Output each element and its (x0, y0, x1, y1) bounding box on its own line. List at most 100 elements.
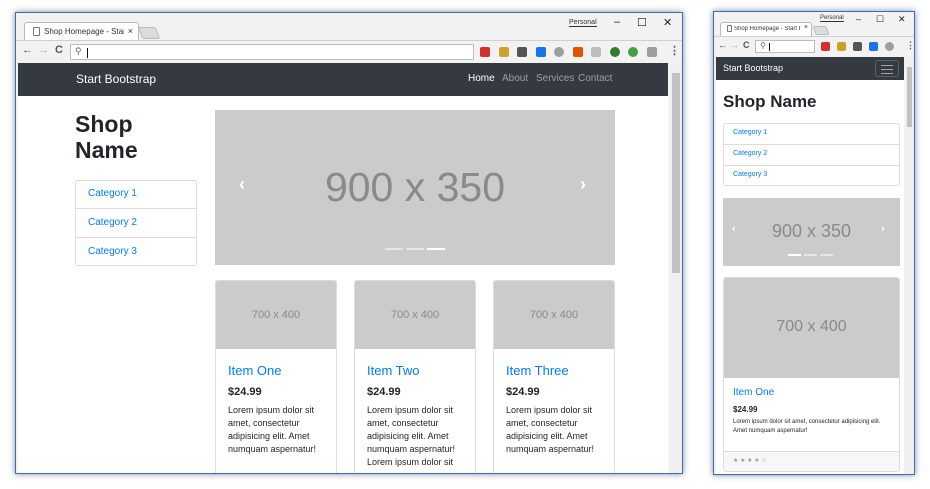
product-title[interactable]: Item Two (367, 363, 420, 378)
close-window-icon[interactable]: ✕ (663, 16, 672, 29)
category-item[interactable]: Category 2 (76, 209, 196, 238)
maximize-icon[interactable]: ☐ (876, 14, 884, 25)
forward-icon[interactable]: → (38, 44, 49, 56)
maximize-icon[interactable]: ☐ (637, 16, 647, 29)
carousel-indicator-active[interactable] (427, 248, 445, 250)
ext-red-icon[interactable] (480, 47, 490, 57)
nav-contact[interactable]: Contact (578, 73, 612, 84)
mobile-browser-window: Shop Homepage - Start Bootstrap × Person… (713, 11, 915, 475)
product-image[interactable]: 700 x 400 (724, 278, 899, 378)
product-description: Lorem ipsum dolor sit amet, consectetur … (506, 405, 595, 455)
category-item[interactable]: Category 1 (76, 181, 196, 209)
product-price: $24.99 (506, 386, 540, 398)
category-item[interactable]: Category 2 (724, 145, 899, 166)
ext-k-icon[interactable] (853, 42, 862, 51)
navbar-toggler-icon[interactable] (875, 60, 899, 77)
ext-circle-icon[interactable] (885, 42, 894, 51)
close-window-icon[interactable]: ✕ (898, 14, 906, 25)
search-icon: ⚲ (75, 46, 82, 56)
forward-icon[interactable]: → (730, 40, 739, 50)
nav-services[interactable]: Services (536, 73, 574, 84)
new-tab-button[interactable] (137, 27, 161, 39)
nav-about[interactable]: About (502, 73, 528, 84)
product-image-label: 700 x 400 (251, 309, 301, 321)
product-card: 700 x 400 Item One $24.99 Lorem ipsum do… (723, 277, 900, 472)
category-item[interactable]: Category 1 (724, 124, 899, 145)
ext-translate-icon[interactable] (535, 47, 546, 57)
ext-folder-icon[interactable] (837, 42, 846, 51)
product-image-label: 700 x 400 (776, 318, 847, 335)
category-item[interactable]: Category 3 (724, 166, 899, 187)
product-title[interactable]: Item Three (506, 363, 569, 378)
carousel-placeholder-text: 900 x 350 (324, 164, 506, 210)
carousel-next-icon[interactable]: › (580, 174, 586, 195)
carousel-indicator[interactable] (804, 254, 817, 256)
ext-red-icon[interactable] (821, 42, 830, 51)
ext-green-c-icon[interactable] (609, 47, 620, 57)
shop-heading: Shop Name (75, 111, 138, 164)
tab-close-icon[interactable]: × (804, 24, 808, 31)
menu-icon[interactable]: ⋮ (669, 44, 680, 57)
scrollbar[interactable] (670, 63, 682, 473)
search-icon: ⚲ (760, 41, 766, 50)
ext-gray-icon[interactable] (591, 47, 601, 57)
ext-green-dot-icon[interactable] (628, 47, 638, 57)
scrollbar-thumb[interactable] (672, 73, 680, 273)
product-image-label: 700 x 400 (529, 309, 579, 321)
profile-button[interactable]: Personal (820, 15, 844, 22)
new-tab-button[interactable] (812, 26, 830, 35)
page-viewport: Start Bootstrap Shop Name Category 1 Cat… (716, 57, 904, 474)
tab-close-icon[interactable]: × (128, 26, 133, 36)
product-description: Lorem ipsum dolor sit amet, consectetur … (733, 419, 881, 434)
carousel-indicator[interactable] (406, 248, 424, 250)
product-description: Lorem ipsum dolor sit amet, consectetur … (367, 405, 456, 468)
carousel-prev-icon[interactable]: ‹ (732, 223, 736, 235)
product-title[interactable]: Item One (228, 363, 281, 378)
ext-k-icon[interactable] (517, 47, 527, 57)
ext-translate-icon[interactable] (869, 42, 878, 51)
back-icon[interactable]: ← (718, 40, 727, 50)
ext-puzzle-icon[interactable] (646, 47, 657, 57)
back-icon[interactable]: ← (22, 44, 33, 56)
category-item[interactable]: Category 3 (76, 238, 196, 267)
ext-arc-icon[interactable] (572, 47, 583, 57)
browser-tab[interactable]: Shop Homepage - Start Bootstrap × (720, 22, 812, 36)
minimize-icon[interactable]: – (856, 14, 861, 24)
reload-icon[interactable]: C (743, 40, 750, 50)
site-navbar: Start Bootstrap (716, 57, 904, 80)
ext-folder-icon[interactable] (498, 47, 509, 57)
carousel-placeholder-text: 900 x 350 (771, 221, 852, 241)
menu-icon[interactable]: ⋮ (906, 40, 914, 51)
product-image[interactable]: 700 x 400 (355, 281, 475, 349)
nav-home[interactable]: Home (468, 73, 495, 84)
scrollbar[interactable] (905, 57, 914, 474)
address-bar-row: ← → C ⚲ ⋮ (16, 40, 682, 62)
product-rating: ★ ★ ★ ★ ☆ (724, 451, 899, 471)
profile-button[interactable]: Personal (569, 19, 597, 27)
product-image[interactable]: 700 x 400 (494, 281, 614, 349)
carousel: 900 x 350 ‹ › (215, 110, 615, 265)
carousel-prev-icon[interactable]: ‹ (239, 174, 245, 195)
product-description: Lorem ipsum dolor sit amet, consectetur … (228, 405, 317, 455)
navbar-brand[interactable]: Start Bootstrap (76, 72, 156, 86)
scrollbar-thumb[interactable] (907, 67, 912, 127)
navbar-brand[interactable]: Start Bootstrap (723, 63, 783, 73)
reload-icon[interactable]: C (55, 44, 63, 56)
product-card: 700 x 400 Item One $24.99 Lorem ipsum do… (215, 280, 337, 473)
product-card: 700 x 400 Item Three $24.99 Lorem ipsum … (493, 280, 615, 473)
product-price: $24.99 (228, 386, 262, 398)
address-input[interactable]: ⚲ (755, 40, 815, 53)
product-title[interactable]: Item One (733, 387, 774, 398)
carousel-indicator[interactable] (385, 248, 403, 250)
ext-circle-icon[interactable] (554, 47, 564, 57)
carousel-indicator[interactable] (820, 254, 833, 256)
browser-tab[interactable]: Shop Homepage - Start Bootstrap × (24, 22, 139, 40)
product-image[interactable]: 700 x 400 (216, 281, 336, 349)
minimize-icon[interactable]: – (614, 16, 620, 28)
address-input[interactable]: ⚲ (70, 44, 474, 60)
carousel: 900 x 350 ‹ › (723, 198, 900, 266)
tab-title: Shop Homepage - Start Bootstrap (44, 27, 124, 37)
category-list: Category 1 Category 2 Category 3 (723, 123, 900, 186)
carousel-next-icon[interactable]: › (881, 223, 885, 235)
carousel-indicator-active[interactable] (788, 254, 801, 256)
